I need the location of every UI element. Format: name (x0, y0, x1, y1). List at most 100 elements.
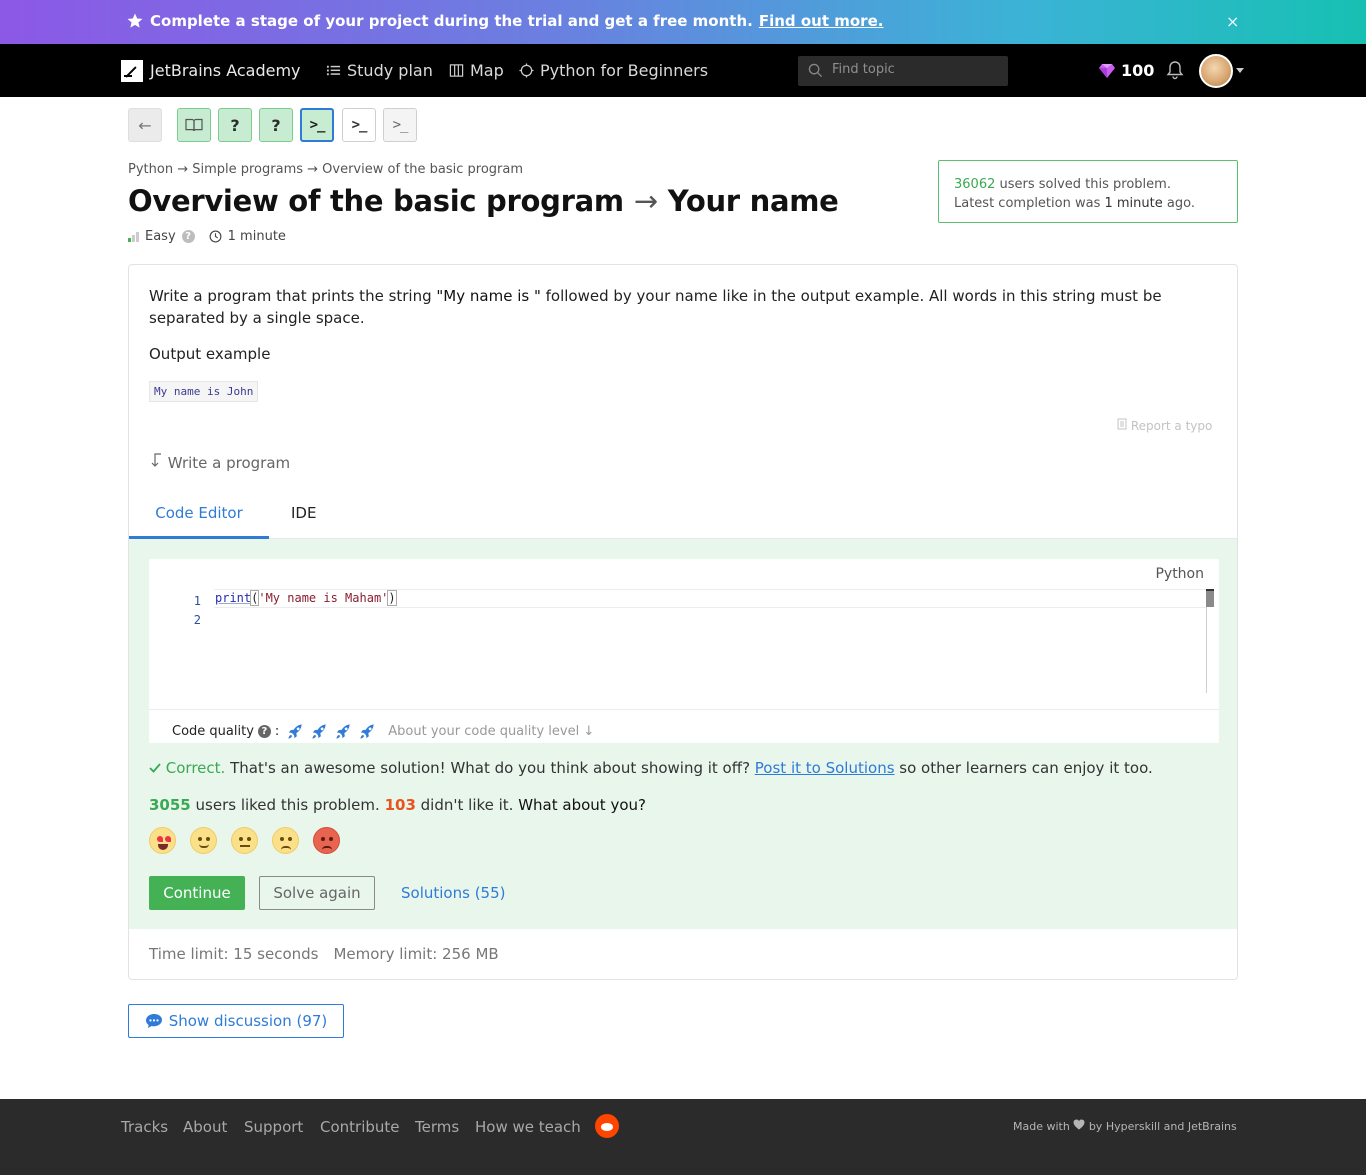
footer: Tracks About Support Contribute Terms Ho… (0, 1099, 1366, 1175)
tab-code-editor[interactable]: Code Editor (129, 489, 269, 539)
footer-link-terms[interactable]: Terms (415, 1118, 459, 1136)
code-editor[interactable]: Python 1 2 print('My name is Maham') Cod… (149, 559, 1219, 743)
rocket-icon (360, 723, 375, 739)
step-code-last[interactable]: >_ (383, 108, 417, 142)
tab-ide[interactable]: IDE (291, 489, 316, 539)
write-program-label: Write a program (167, 454, 291, 472)
gems-counter[interactable]: 100 (1098, 61, 1154, 80)
breadcrumb[interactable]: Python → Simple programs → Overview of t… (128, 162, 523, 177)
question-icon: ? (271, 115, 281, 135)
time-limit: Time limit: 15 seconds (149, 945, 319, 963)
step-theory[interactable] (177, 108, 211, 142)
solutions-link[interactable]: Solutions (55) (401, 876, 505, 910)
footer-link-contribute[interactable]: Contribute (320, 1118, 400, 1136)
chevron-down-icon[interactable] (1236, 68, 1244, 73)
code-keyword: print (215, 591, 252, 605)
footer-link-about[interactable]: About (183, 1118, 227, 1136)
problem-description: Write a program that prints the string "… (149, 285, 1219, 329)
gems-count: 100 (1121, 61, 1155, 80)
editor-scroll-thumb[interactable] (1206, 589, 1214, 607)
made-prefix: Made with (1013, 1120, 1070, 1133)
banner-text: Complete a stage of your project during … (150, 12, 883, 30)
topic-title[interactable]: Overview of the basic program (128, 184, 624, 218)
code-string: 'My name is Maham' (258, 591, 389, 605)
output-example-label: Output example (149, 345, 271, 363)
sad-emoji-icon[interactable] (272, 827, 299, 854)
reddit-icon[interactable] (595, 1114, 619, 1138)
problem-title: Your name (667, 184, 839, 218)
line-number: 1 (193, 594, 201, 608)
nav-map[interactable]: Map (449, 61, 504, 80)
step-quiz-2[interactable]: ? (259, 108, 293, 142)
limits-info: Time limit: 15 seconds Memory limit: 256 … (149, 945, 499, 963)
correct-label: Correct. (165, 759, 226, 777)
target-icon (519, 63, 534, 78)
banner-message: Complete a stage of your project during … (150, 12, 753, 30)
love-emoji-icon[interactable] (149, 827, 176, 854)
solution-panel: Python 1 2 print('My name is Maham') Cod… (129, 539, 1237, 929)
feedback-question: What about you? (518, 796, 646, 814)
footer-link-support[interactable]: Support (244, 1118, 303, 1136)
latest-value: 1 minute (1104, 196, 1163, 211)
jetbrains-logo[interactable] (121, 60, 143, 82)
top-nav: JetBrains Academy Study plan Map Python … (0, 44, 1366, 97)
banner-link[interactable]: Find out more. (759, 12, 884, 30)
code-quality-about-link[interactable]: About your code quality level ↓ (388, 724, 594, 739)
close-icon[interactable]: × (1226, 12, 1239, 31)
post-solution-link[interactable]: Post it to Solutions (755, 759, 895, 777)
search-input[interactable] (832, 62, 997, 77)
continue-button[interactable]: Continue (149, 876, 245, 910)
solved-text: users solved this problem. (999, 177, 1171, 192)
footer-link-how-we-teach[interactable]: How we teach (475, 1118, 581, 1136)
write-program-hint: Write a program (149, 453, 290, 472)
angry-emoji-icon[interactable] (313, 827, 340, 854)
report-typo-label: Report a typo (1130, 419, 1213, 433)
disliked-count: 103 (384, 796, 416, 814)
disliked-text: didn't like it. (415, 796, 519, 814)
document-icon (1117, 418, 1127, 430)
terminal-icon: >_ (351, 117, 368, 133)
latest-line: Latest completion was 1 minute ago. (954, 194, 1237, 213)
neutral-emoji-icon[interactable] (231, 827, 258, 854)
smile-emoji-icon[interactable] (190, 827, 217, 854)
nav-study-plan[interactable]: Study plan (326, 61, 433, 80)
map-icon (449, 64, 464, 77)
avatar[interactable] (1199, 54, 1233, 88)
return-arrow-icon (151, 453, 161, 467)
question-icon: ? (230, 115, 240, 135)
reaction-emojis (149, 827, 340, 854)
nav-map-label: Map (470, 61, 504, 80)
help-icon[interactable]: ? (181, 230, 195, 243)
back-button[interactable]: ← (128, 108, 162, 142)
liked-count: 3055 (149, 796, 191, 814)
nav-track-label: Python for Beginners (540, 61, 709, 80)
memory-limit: Memory limit: 256 MB (333, 945, 499, 963)
output-example-code: My name is John (149, 381, 259, 402)
code-line[interactable]: print('My name is Maham') (214, 589, 1206, 608)
footer-link-tracks[interactable]: Tracks (121, 1118, 168, 1136)
nav-track[interactable]: Python for Beginners (519, 61, 708, 80)
book-icon (185, 118, 203, 132)
rocket-icon (312, 723, 327, 739)
solve-again-button[interactable]: Solve again (259, 876, 375, 910)
report-typo-link[interactable]: Report a typo (1117, 418, 1212, 433)
step-code-next[interactable]: >_ (342, 108, 376, 142)
help-icon[interactable]: ? (257, 724, 271, 738)
heart-icon (1073, 1119, 1085, 1130)
line-numbers: 1 2 (189, 592, 201, 630)
star-icon (127, 13, 143, 28)
code-quality-bar: Code quality ? : About your code quality… (149, 709, 1219, 743)
step-quiz-1[interactable]: ? (218, 108, 252, 142)
problem-card: Write a program that prints the string "… (128, 264, 1238, 980)
rocket-icon (336, 723, 351, 739)
step-code-current[interactable]: >_ (300, 108, 334, 142)
made-with-text: Made with by Hyperskill and JetBrains (1013, 1119, 1237, 1133)
list-icon (326, 65, 341, 76)
code-quality-label: Code quality (172, 723, 254, 739)
show-discussion-button[interactable]: Show discussion (97) (128, 1004, 344, 1038)
brand-name[interactable]: JetBrains Academy (150, 61, 301, 80)
bell-icon[interactable] (1166, 60, 1184, 80)
page-title: Overview of the basic program → Your name (128, 184, 839, 218)
search-box[interactable] (798, 56, 1008, 86)
discussion-label: Show discussion (97) (168, 1012, 328, 1030)
